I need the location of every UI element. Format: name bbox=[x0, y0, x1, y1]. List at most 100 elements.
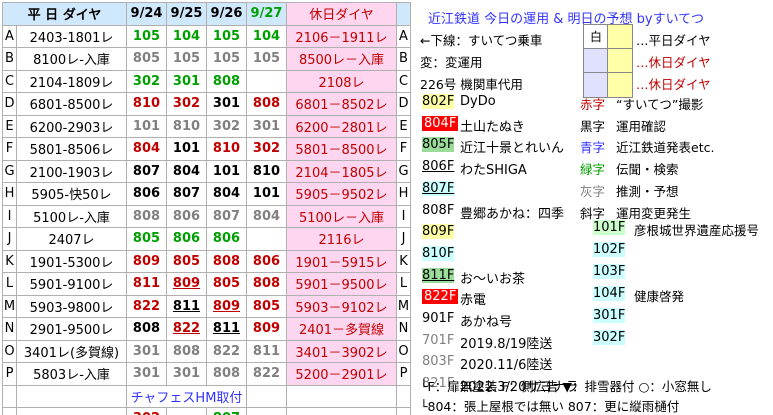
train-code: 802F bbox=[422, 94, 455, 109]
unit-number: 822 bbox=[166, 317, 207, 341]
row-letter: N bbox=[2, 317, 17, 341]
unit-number: 808 bbox=[206, 69, 247, 93]
row-letter: L bbox=[396, 272, 411, 296]
holiday-train: 2108レ bbox=[286, 69, 397, 93]
color-meaning: 推測・予想 bbox=[616, 183, 679, 199]
date-header: 9/24 bbox=[126, 2, 167, 26]
train-nickname: 2019.8/19陸送 bbox=[460, 336, 553, 352]
train-number: 2403-1801レ bbox=[16, 24, 127, 48]
note-text: チャフェスHM取付 bbox=[126, 384, 247, 408]
unit-number: 805 bbox=[126, 47, 167, 71]
unit-number: 808 bbox=[246, 272, 287, 296]
unit-number: 809 bbox=[166, 272, 207, 296]
unit-number: 811 bbox=[206, 317, 247, 341]
train-number: 3401レ(多賀線) bbox=[16, 339, 127, 363]
date-header: 9/26 bbox=[206, 2, 247, 26]
train-number: 5801-8506レ bbox=[16, 137, 127, 161]
date-header: 9/27 bbox=[246, 2, 287, 26]
row-letter: J bbox=[396, 227, 411, 251]
train-code: 301F bbox=[593, 308, 626, 323]
unit-number: 804 bbox=[166, 159, 207, 183]
row-letter: D bbox=[396, 92, 411, 116]
table-row: P 5803レ-入庫 301 301 808 822 5200－2901レ P bbox=[2, 362, 411, 386]
table-row: C 2104-1809レ 302 301 808 2108レ C bbox=[2, 69, 411, 93]
train-code: 901F bbox=[422, 311, 455, 326]
train-nickname: あかね号 bbox=[460, 315, 513, 330]
unit-number: 806 bbox=[166, 227, 207, 251]
legend-underline: ←下線：すいてつ乗車 bbox=[420, 33, 543, 48]
train-number: 8100レ-入庫 bbox=[16, 47, 127, 71]
table-row: O 3401レ(多賀線) 301 808 822 811 3401－3902レ O bbox=[2, 339, 411, 363]
row-letter: A bbox=[396, 24, 411, 48]
unit-number bbox=[246, 227, 287, 251]
holiday-train: 5100レ－入庫 bbox=[286, 204, 397, 228]
table-row: A 2403-1801レ 105 104 105 104 2106－1911レ A bbox=[2, 24, 411, 48]
unit-number: 811 bbox=[126, 272, 167, 296]
unit-number: 301 bbox=[206, 92, 247, 116]
unit-number: 302 bbox=[206, 114, 247, 138]
train-code: 101F bbox=[593, 220, 626, 235]
unit-number: 105 bbox=[166, 47, 207, 71]
row-letter: F bbox=[396, 137, 411, 161]
holiday-label: 休日ダイヤ bbox=[648, 55, 711, 70]
unit-number: 811 bbox=[246, 339, 287, 363]
footnote: └F：扉無塗装 F：側広告 ▼：排雪器付 ○：小窓無し bbox=[420, 379, 712, 394]
holiday-train: 1901－5915レ bbox=[286, 249, 397, 273]
holiday-train: 5801－8500レ bbox=[286, 137, 397, 161]
unit-number: 805 bbox=[206, 272, 247, 296]
color-key: 灰字 bbox=[580, 183, 606, 199]
unit-number: 804 bbox=[246, 204, 287, 228]
row-letter: O bbox=[2, 339, 17, 363]
train-number: 1901-5300レ bbox=[16, 249, 127, 273]
footnote: └804：張上屋根では無い 807：更に縦雨樋付 bbox=[420, 399, 680, 414]
train-nickname: 2020.11/6陸送 bbox=[460, 358, 553, 374]
row-letter: K bbox=[2, 249, 17, 273]
unit-number: 808 bbox=[246, 92, 287, 116]
train-number: 5100レ-入庫 bbox=[16, 204, 127, 228]
unit-number: 101 bbox=[126, 114, 167, 138]
unit-number: 804 bbox=[126, 137, 167, 161]
legend-loco: 226号 機関車代用 bbox=[420, 77, 523, 92]
bottom-row: 302 807 bbox=[2, 407, 411, 415]
holiday-train: 5903－9102レ bbox=[286, 294, 397, 318]
train-code: 807F bbox=[422, 180, 455, 196]
train-nickname: わたSHIGA bbox=[460, 163, 527, 179]
unit-number: 809 bbox=[206, 294, 247, 318]
row-letter: G bbox=[396, 159, 411, 183]
unit-number: 301 bbox=[126, 339, 167, 363]
train-code: 809F bbox=[422, 224, 455, 240]
box-white: 白 bbox=[583, 24, 609, 50]
train-code: 104F bbox=[593, 286, 626, 301]
unit-number: 805 bbox=[246, 294, 287, 318]
unit-number: 804 bbox=[206, 182, 247, 206]
row-letter: M bbox=[2, 294, 17, 318]
row-letter: A bbox=[2, 24, 17, 48]
row-letter: M bbox=[396, 294, 411, 318]
date-header: 9/25 bbox=[166, 2, 207, 26]
train-code: 808F bbox=[422, 202, 455, 218]
unit-number: 808 bbox=[206, 362, 247, 386]
holiday-label: 休日ダイヤ bbox=[648, 77, 711, 92]
color-key: 青字 bbox=[580, 140, 606, 156]
train-code: 805F bbox=[422, 137, 455, 153]
train-number: 5901-9100レ bbox=[16, 272, 127, 296]
color-key: 斜字 bbox=[580, 205, 606, 221]
unit-number: 101 bbox=[166, 137, 207, 161]
timetable-page: 平 日 ダイヤ 9/24 9/25 9/26 9/27 休日ダイヤ A 2403-… bbox=[0, 0, 773, 415]
train-nickname: 赤電 bbox=[460, 293, 487, 309]
train-code: 810F bbox=[422, 245, 455, 261]
holiday-train: 2401－多賀線 bbox=[286, 317, 397, 341]
table-row: N 2901-9500レ 808 822 811 809 2401－多賀線 N bbox=[2, 317, 411, 341]
row-letter: L bbox=[2, 272, 17, 296]
holiday-train: 5901－9500レ bbox=[286, 272, 397, 296]
train-code: 822F bbox=[422, 289, 459, 305]
unit-number: 822 bbox=[206, 339, 247, 363]
unit-number: 822 bbox=[246, 362, 287, 386]
table-row: I 5100レ-入庫 808 806 807 804 5100レ－入庫 I bbox=[2, 204, 411, 228]
unit-number: 301 bbox=[246, 114, 287, 138]
row-letter: P bbox=[2, 362, 17, 386]
holiday-train: 6200－2801レ bbox=[286, 114, 397, 138]
train-number: 6200-2903レ bbox=[16, 114, 127, 138]
unit-number: 302 bbox=[246, 137, 287, 161]
page-title: 近江鉄道 今日の運用 & 明日の予想 byすいてつ bbox=[428, 12, 704, 27]
